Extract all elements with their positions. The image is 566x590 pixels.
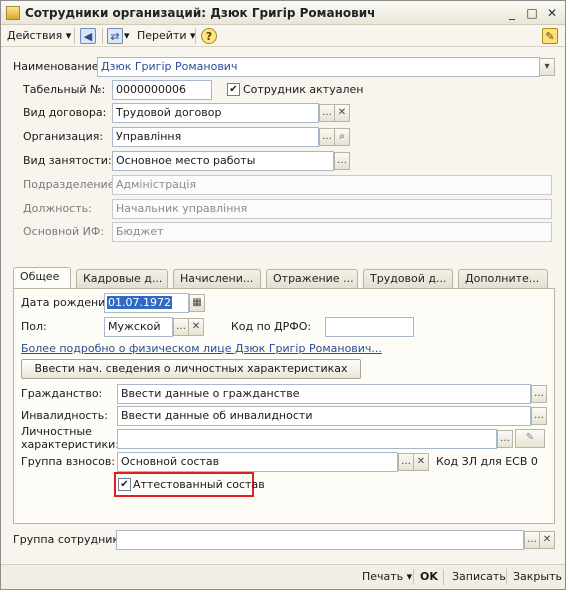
position-field: Начальник управління: [112, 199, 552, 219]
select-icon[interactable]: …: [524, 531, 540, 549]
select-icon[interactable]: …: [497, 430, 513, 448]
disability-field[interactable]: Ввести данные об инвалидности: [117, 406, 531, 426]
clear-icon[interactable]: ✕: [539, 531, 555, 549]
close-icon[interactable]: ✕: [544, 5, 560, 21]
app-icon: [6, 6, 20, 20]
contract-field[interactable]: Трудовой договор: [112, 103, 319, 123]
toolbar: Действия ▾ ◀ ⇄ ▾ Перейти ▾ ? ✎: [1, 25, 565, 47]
back-arrow-icon[interactable]: ◀: [80, 28, 96, 44]
enter-characteristics-button[interactable]: Ввести нач. сведения о личностных характ…: [21, 359, 361, 379]
drfo-field[interactable]: [325, 317, 414, 337]
close-button[interactable]: Закрыть: [513, 570, 562, 583]
tab-reflection[interactable]: Отражение ...: [266, 269, 358, 289]
active-checkbox[interactable]: ✔: [227, 83, 240, 96]
select-icon[interactable]: …: [319, 104, 335, 122]
select-icon[interactable]: …: [319, 128, 335, 146]
goto-menu[interactable]: Перейти ▾: [137, 28, 196, 44]
citizenship-label: Гражданство:: [21, 387, 103, 400]
calendar-icon[interactable]: ▦: [189, 294, 205, 312]
name-label: Наименование:: [13, 60, 103, 73]
fund-field: Бюджет: [112, 222, 552, 242]
print-button[interactable]: Печать ▾: [362, 570, 412, 583]
employment-label: Вид занятости:: [23, 154, 112, 167]
employee-group-field[interactable]: [116, 530, 524, 550]
personal-characteristics-field[interactable]: [117, 429, 497, 449]
zl-code-label: Код ЗЛ для ЕСВ 0: [436, 455, 538, 468]
tab-labor-contract[interactable]: Трудовой д...: [363, 269, 453, 289]
actions-label: Действия: [7, 29, 63, 42]
note-icon[interactable]: ✎: [542, 28, 558, 44]
edit-icon[interactable]: ✎: [515, 429, 545, 448]
tab-accruals[interactable]: Начислени...: [173, 269, 261, 289]
goto-label: Перейти: [137, 29, 187, 42]
employee-group-label: Группа сотрудника:: [13, 533, 130, 546]
person-details-link[interactable]: Более подробно о физическом лице Дзюк Гр…: [21, 339, 382, 359]
birth-label: Дата рождения:: [21, 296, 116, 309]
name-dropdown-icon[interactable]: ▾: [539, 58, 555, 76]
select-icon[interactable]: …: [531, 407, 547, 425]
org-label: Организация:: [23, 130, 104, 143]
tab-personnel[interactable]: Кадровые д...: [76, 269, 168, 289]
footer-divider: [506, 569, 507, 585]
clear-icon[interactable]: ✕: [188, 318, 204, 336]
actions-menu[interactable]: Действия ▾: [7, 28, 71, 44]
division-field: Адміністрація: [112, 175, 552, 195]
select-icon[interactable]: …: [173, 318, 189, 336]
org-field[interactable]: Управління: [112, 127, 319, 147]
contrib-group-label: Группа взносов:: [21, 455, 116, 468]
sex-label: Пол:: [21, 320, 47, 333]
disability-label: Инвалидность:: [21, 409, 108, 422]
fund-label: Основной ИФ:: [23, 225, 105, 238]
toolbar-divider: [102, 28, 103, 44]
birth-field[interactable]: 01.07.1972: [104, 293, 189, 313]
drfo-label: Код по ДРФО:: [231, 320, 312, 333]
title-bar: Сотрудники организаций: Дзюк Григір Рома…: [1, 1, 565, 25]
contract-label: Вид договора:: [23, 106, 107, 119]
print-label: Печать: [362, 570, 404, 583]
birth-value: 01.07.1972: [107, 296, 172, 309]
personal-label-line1: Личностные: [21, 425, 92, 438]
save-button[interactable]: Записать: [452, 570, 506, 583]
footer-divider: [413, 569, 414, 585]
tab-no-label: Табельный №:: [23, 83, 106, 96]
structure-dropdown-icon[interactable]: ▾: [124, 28, 130, 44]
dropdown-arrow-icon: ▾: [406, 570, 413, 583]
toolbar-divider: [74, 28, 75, 44]
footer-divider: [443, 569, 444, 585]
certified-label: Аттестованный состав: [133, 478, 265, 491]
toolbar-divider: [195, 28, 196, 44]
select-icon[interactable]: …: [398, 453, 414, 471]
help-icon[interactable]: ?: [201, 28, 217, 44]
tab-general[interactable]: Общее: [13, 267, 71, 290]
citizenship-field[interactable]: Ввести данные о гражданстве: [117, 384, 531, 404]
ok-button[interactable]: OK: [420, 570, 438, 583]
contrib-group-field[interactable]: Основной состав: [117, 452, 398, 472]
division-label: Подразделение:: [23, 178, 119, 191]
minimize-icon[interactable]: _: [504, 5, 520, 21]
tab-additional[interactable]: Дополните...: [458, 269, 548, 289]
footer-bar: Печать ▾ OK Записать Закрыть: [1, 564, 565, 589]
window-title: Сотрудники организаций: Дзюк Григір Рома…: [25, 6, 376, 20]
sex-field[interactable]: Мужской: [104, 317, 173, 337]
structure-icon[interactable]: ⇄: [107, 28, 123, 44]
employment-field[interactable]: Основное место работы: [112, 151, 334, 171]
certified-checkbox[interactable]: ✔: [118, 478, 131, 491]
dropdown-arrow-icon: ▾: [65, 29, 72, 42]
search-icon[interactable]: ⌕: [334, 128, 350, 146]
active-label: Сотрудник актуален: [243, 83, 364, 96]
personal-label-line2: характеристики:: [21, 438, 120, 451]
employee-window: Сотрудники организаций: Дзюк Григір Рома…: [0, 0, 566, 590]
clear-icon[interactable]: ✕: [334, 104, 350, 122]
tab-strip: Общее Кадровые д... Начислени... Отражен…: [13, 267, 555, 290]
name-field[interactable]: Дзюк Григір Романович: [97, 57, 540, 77]
select-icon[interactable]: …: [531, 385, 547, 403]
position-label: Должность:: [23, 202, 92, 215]
tab-no-field[interactable]: 0000000006: [112, 80, 212, 100]
maximize-icon[interactable]: □: [524, 5, 540, 21]
select-icon[interactable]: …: [334, 152, 350, 170]
clear-icon[interactable]: ✕: [413, 453, 429, 471]
